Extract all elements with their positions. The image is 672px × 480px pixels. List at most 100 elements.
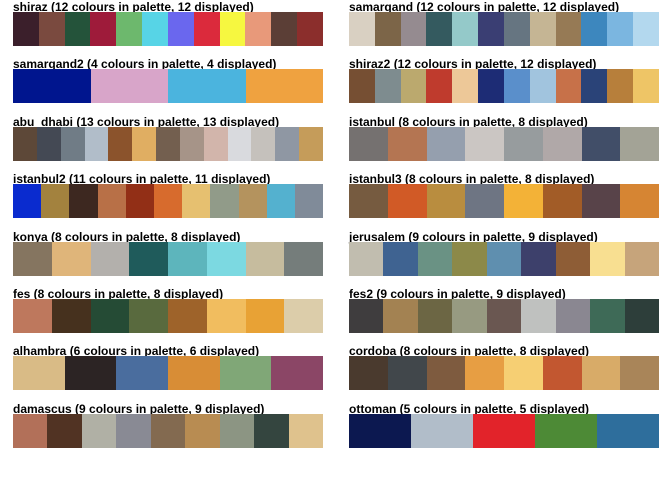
color-swatch bbox=[38, 12, 65, 46]
swatch-strip bbox=[349, 69, 659, 104]
color-swatch bbox=[116, 356, 169, 391]
color-swatch bbox=[13, 241, 52, 276]
color-swatch bbox=[116, 413, 151, 448]
color-swatch bbox=[245, 241, 285, 276]
color-swatch bbox=[13, 356, 65, 391]
color-swatch bbox=[90, 12, 117, 46]
color-swatch bbox=[297, 12, 323, 46]
color-swatch bbox=[284, 299, 323, 333]
color-swatch bbox=[294, 184, 324, 219]
color-swatch bbox=[90, 299, 130, 333]
color-swatch bbox=[349, 413, 411, 448]
color-swatch bbox=[349, 356, 388, 391]
color-swatch bbox=[168, 356, 220, 391]
color-swatch bbox=[227, 126, 252, 161]
color-swatch bbox=[153, 184, 183, 219]
color-swatch bbox=[452, 12, 479, 46]
color-swatch bbox=[84, 126, 109, 161]
color-swatch bbox=[254, 413, 289, 448]
color-swatch bbox=[219, 356, 272, 391]
color-swatch bbox=[47, 413, 82, 448]
color-swatch bbox=[142, 12, 168, 46]
swatch-strip bbox=[13, 126, 323, 161]
color-swatch bbox=[41, 184, 70, 219]
color-swatch bbox=[125, 184, 154, 219]
color-swatch bbox=[581, 126, 621, 161]
color-swatch bbox=[620, 184, 659, 219]
color-swatch bbox=[521, 299, 556, 333]
color-swatch bbox=[503, 12, 530, 46]
color-swatch bbox=[411, 413, 473, 448]
color-swatch bbox=[168, 299, 207, 333]
color-swatch bbox=[251, 126, 276, 161]
color-swatch bbox=[465, 126, 504, 161]
color-swatch bbox=[13, 126, 37, 161]
color-swatch bbox=[168, 241, 207, 276]
swatch-strip bbox=[349, 356, 659, 391]
color-swatch bbox=[555, 299, 591, 333]
color-swatch bbox=[349, 299, 384, 333]
color-swatch bbox=[581, 12, 608, 46]
swatch-strip bbox=[13, 299, 323, 333]
color-swatch bbox=[504, 126, 543, 161]
color-swatch bbox=[590, 299, 625, 333]
color-swatch bbox=[349, 241, 384, 276]
swatch-strip bbox=[349, 241, 659, 276]
color-swatch bbox=[426, 356, 466, 391]
color-swatch bbox=[383, 241, 418, 276]
color-swatch bbox=[97, 184, 126, 219]
color-swatch bbox=[400, 69, 427, 104]
color-swatch bbox=[486, 241, 522, 276]
color-swatch bbox=[452, 241, 487, 276]
swatch-strip bbox=[13, 413, 323, 448]
color-swatch bbox=[581, 356, 621, 391]
swatch-strip bbox=[349, 413, 659, 448]
color-swatch bbox=[64, 12, 91, 46]
swatch-strip bbox=[13, 12, 323, 46]
color-swatch bbox=[465, 356, 504, 391]
color-swatch bbox=[374, 12, 401, 46]
color-swatch bbox=[245, 69, 323, 104]
color-swatch bbox=[633, 69, 659, 104]
color-swatch bbox=[90, 69, 168, 104]
color-swatch bbox=[13, 299, 52, 333]
color-swatch bbox=[349, 184, 388, 219]
color-swatch bbox=[90, 241, 130, 276]
color-swatch bbox=[69, 184, 98, 219]
color-swatch bbox=[219, 413, 255, 448]
color-swatch bbox=[203, 126, 228, 161]
color-swatch bbox=[179, 126, 204, 161]
swatch-strip bbox=[13, 69, 323, 104]
color-swatch bbox=[266, 184, 295, 219]
color-swatch bbox=[168, 69, 246, 104]
color-swatch bbox=[182, 184, 211, 219]
color-swatch bbox=[36, 126, 61, 161]
color-swatch bbox=[349, 12, 375, 46]
color-swatch bbox=[219, 12, 246, 46]
color-swatch bbox=[150, 413, 186, 448]
swatch-strip bbox=[349, 184, 659, 219]
swatch-strip bbox=[349, 126, 659, 161]
swatch-strip bbox=[13, 356, 324, 391]
color-swatch bbox=[81, 413, 117, 448]
color-swatch bbox=[417, 299, 453, 333]
color-swatch bbox=[597, 413, 659, 448]
color-swatch bbox=[503, 69, 530, 104]
color-swatch bbox=[51, 241, 91, 276]
color-swatch bbox=[521, 241, 556, 276]
color-swatch bbox=[129, 241, 168, 276]
color-swatch bbox=[383, 299, 418, 333]
color-swatch bbox=[238, 184, 267, 219]
color-swatch bbox=[473, 413, 535, 448]
color-swatch bbox=[504, 356, 543, 391]
color-swatch bbox=[13, 413, 48, 448]
color-swatch bbox=[555, 241, 591, 276]
swatch-strip bbox=[349, 12, 659, 46]
color-swatch bbox=[284, 241, 323, 276]
color-swatch bbox=[60, 126, 85, 161]
palette-grid: shiraz (12 colours in palette, 12 displa… bbox=[0, 0, 672, 480]
color-swatch bbox=[529, 69, 556, 104]
color-swatch bbox=[590, 241, 625, 276]
color-swatch bbox=[486, 299, 522, 333]
color-swatch bbox=[13, 184, 42, 219]
